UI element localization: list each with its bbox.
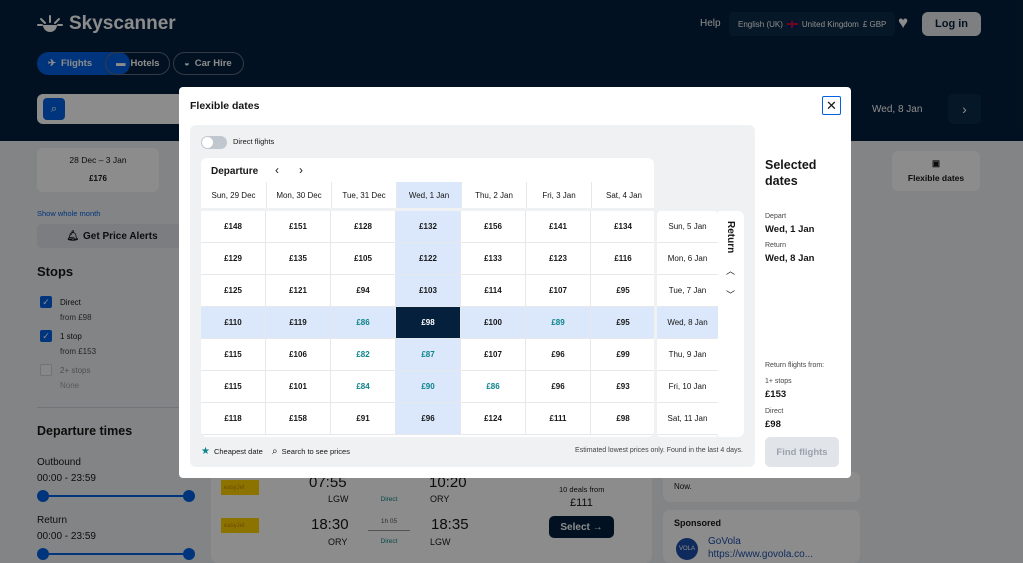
return-date-row-label[interactable]: Fri, 10 Jan	[657, 371, 718, 403]
price-cell[interactable]: £125	[201, 275, 266, 307]
star-icon: ★	[201, 446, 210, 457]
price-cell[interactable]: £84	[331, 371, 396, 403]
price-cell[interactable]: £134	[591, 211, 654, 243]
return-sel-label: Return	[765, 242, 787, 249]
price-cell[interactable]: £82	[331, 339, 396, 371]
price-cell[interactable]: £100	[461, 307, 526, 339]
price-cell[interactable]: £111	[526, 403, 591, 435]
price-cell[interactable]: £89	[526, 307, 591, 339]
legend-cheapest: ★ Cheapest date	[201, 446, 263, 457]
return-axis-label: Return	[725, 221, 736, 254]
price-cell[interactable]: £107	[461, 339, 526, 371]
price-cell[interactable]: £98	[591, 403, 654, 435]
price-cell[interactable]: £115	[201, 339, 266, 371]
return-date-row-label[interactable]: Sat, 11 Jan	[657, 403, 718, 435]
price-cell[interactable]: £95	[591, 275, 654, 307]
price-cell[interactable]: £94	[331, 275, 396, 307]
price-cell[interactable]: £96	[526, 339, 591, 371]
departure-date-column-header[interactable]: Sun, 29 Dec	[201, 182, 266, 208]
price-cell[interactable]: £96	[396, 403, 461, 435]
price-cell[interactable]: £122	[396, 243, 461, 275]
price-cell[interactable]: £99	[591, 339, 654, 371]
departure-date-column-header[interactable]: Thu, 2 Jan	[461, 182, 526, 208]
direct-price: £98	[765, 419, 781, 430]
price-cell[interactable]: £124	[461, 403, 526, 435]
price-cell[interactable]: £105	[331, 243, 396, 275]
price-cell[interactable]: £93	[591, 371, 654, 403]
departure-date-column-header[interactable]: Wed, 1 Jan	[396, 182, 461, 208]
legend-cheapest-label: Cheapest date	[213, 447, 263, 456]
departure-date-column-header[interactable]: Sat, 4 Jan	[591, 182, 656, 208]
price-cell[interactable]: £129	[201, 243, 266, 275]
price-cell[interactable]: £110	[201, 307, 266, 339]
price-cell[interactable]: £87	[396, 339, 461, 371]
selected-dates-title: Selected dates	[765, 158, 817, 189]
direct-flights-label: Direct flights	[233, 137, 275, 146]
direct-label: Direct	[765, 408, 784, 415]
legend-search-label: Search to see prices	[281, 447, 350, 456]
one-plus-stops-price: £153	[765, 389, 787, 400]
search-icon: ⌕	[272, 446, 278, 457]
price-cell[interactable]: £133	[461, 243, 526, 275]
price-cell[interactable]: £95	[591, 307, 654, 339]
price-cell[interactable]: £132	[396, 211, 461, 243]
price-cell[interactable]: £119	[266, 307, 331, 339]
price-cell[interactable]: £115	[201, 371, 266, 403]
price-cell[interactable]: £135	[266, 243, 331, 275]
price-cell[interactable]: £101	[266, 371, 331, 403]
return-date-row-label[interactable]: Mon, 6 Jan	[657, 243, 718, 275]
price-cell[interactable]: £86	[331, 307, 396, 339]
departure-date-column-header[interactable]: Tue, 31 Dec	[331, 182, 396, 208]
departure-header: Departure ‹ › Sun, 29 Dec Mon, 30 Dec Tue,…	[201, 158, 654, 208]
estimate-note: Estimated lowest prices only. Found in t…	[575, 447, 743, 454]
price-cell[interactable]: £151	[266, 211, 331, 243]
price-grid-panel: Direct flights Departure ‹ › Sun, 29 Dec…	[190, 125, 755, 467]
price-cell[interactable]: £90	[396, 371, 461, 403]
return-controls: Return ︿ ﹀	[718, 211, 744, 437]
return-date-row-label[interactable]: Thu, 9 Jan	[657, 339, 718, 371]
chevron-left-icon[interactable]: ‹	[275, 163, 279, 177]
price-cell[interactable]: £123	[526, 243, 591, 275]
return-date-row-label[interactable]: Tue, 7 Jan	[657, 275, 718, 307]
price-cell[interactable]: £148	[201, 211, 266, 243]
price-cell[interactable]: £96	[526, 371, 591, 403]
price-cell[interactable]: £121	[266, 275, 331, 307]
price-cell[interactable]: £128	[331, 211, 396, 243]
return-flights-from: Return flights from:	[765, 362, 825, 369]
price-cell[interactable]: £114	[461, 275, 526, 307]
chevron-up-icon[interactable]: ︿	[726, 264, 735, 277]
price-cell[interactable]: £156	[461, 211, 526, 243]
depart-label: Depart	[765, 213, 787, 220]
price-cell[interactable]: £98	[396, 307, 461, 339]
chevron-down-icon[interactable]: ﹀	[726, 288, 735, 301]
price-cell[interactable]: £116	[591, 243, 654, 275]
departure-label: Departure	[211, 166, 259, 177]
price-cell[interactable]: £91	[331, 403, 396, 435]
modal-title: Flexible dates	[190, 100, 260, 112]
return-date-row-label[interactable]: Sun, 5 Jan	[657, 211, 718, 243]
find-flights-button[interactable]: Find flights	[765, 437, 839, 467]
return-date-row-label[interactable]: Wed, 8 Jan	[657, 307, 718, 339]
price-cell[interactable]: £107	[526, 275, 591, 307]
return-dates-column: Sun, 5 Jan Mon, 6 Jan Tue, 7 Jan Wed, 8 Jan…	[657, 211, 718, 437]
flexible-dates-modal: Flexible dates ✕ Direct flights Departur…	[179, 87, 851, 478]
price-cell[interactable]: £103	[396, 275, 461, 307]
price-cell[interactable]: £118	[201, 403, 266, 435]
return-value: Wed, 8 Jan	[765, 253, 815, 264]
direct-flights-toggle[interactable]	[201, 136, 227, 149]
departure-date-column-header[interactable]: Mon, 30 Dec	[266, 182, 331, 208]
price-cell[interactable]: £158	[266, 403, 331, 435]
price-grid: £148 £151 £128 £132 £156 £141 £134 £129 £135 £105…	[201, 211, 654, 437]
one-plus-stops-label: 1+ stops	[765, 378, 792, 385]
price-cell[interactable]: £86	[461, 371, 526, 403]
legend-search: ⌕ Search to see prices	[272, 446, 350, 457]
depart-value: Wed, 1 Jan	[765, 224, 815, 235]
departure-date-column-header[interactable]: Fri, 3 Jan	[526, 182, 591, 208]
chevron-right-icon[interactable]: ›	[299, 163, 303, 177]
price-cell[interactable]: £106	[266, 339, 331, 371]
close-icon[interactable]: ✕	[822, 96, 841, 115]
price-cell[interactable]: £141	[526, 211, 591, 243]
